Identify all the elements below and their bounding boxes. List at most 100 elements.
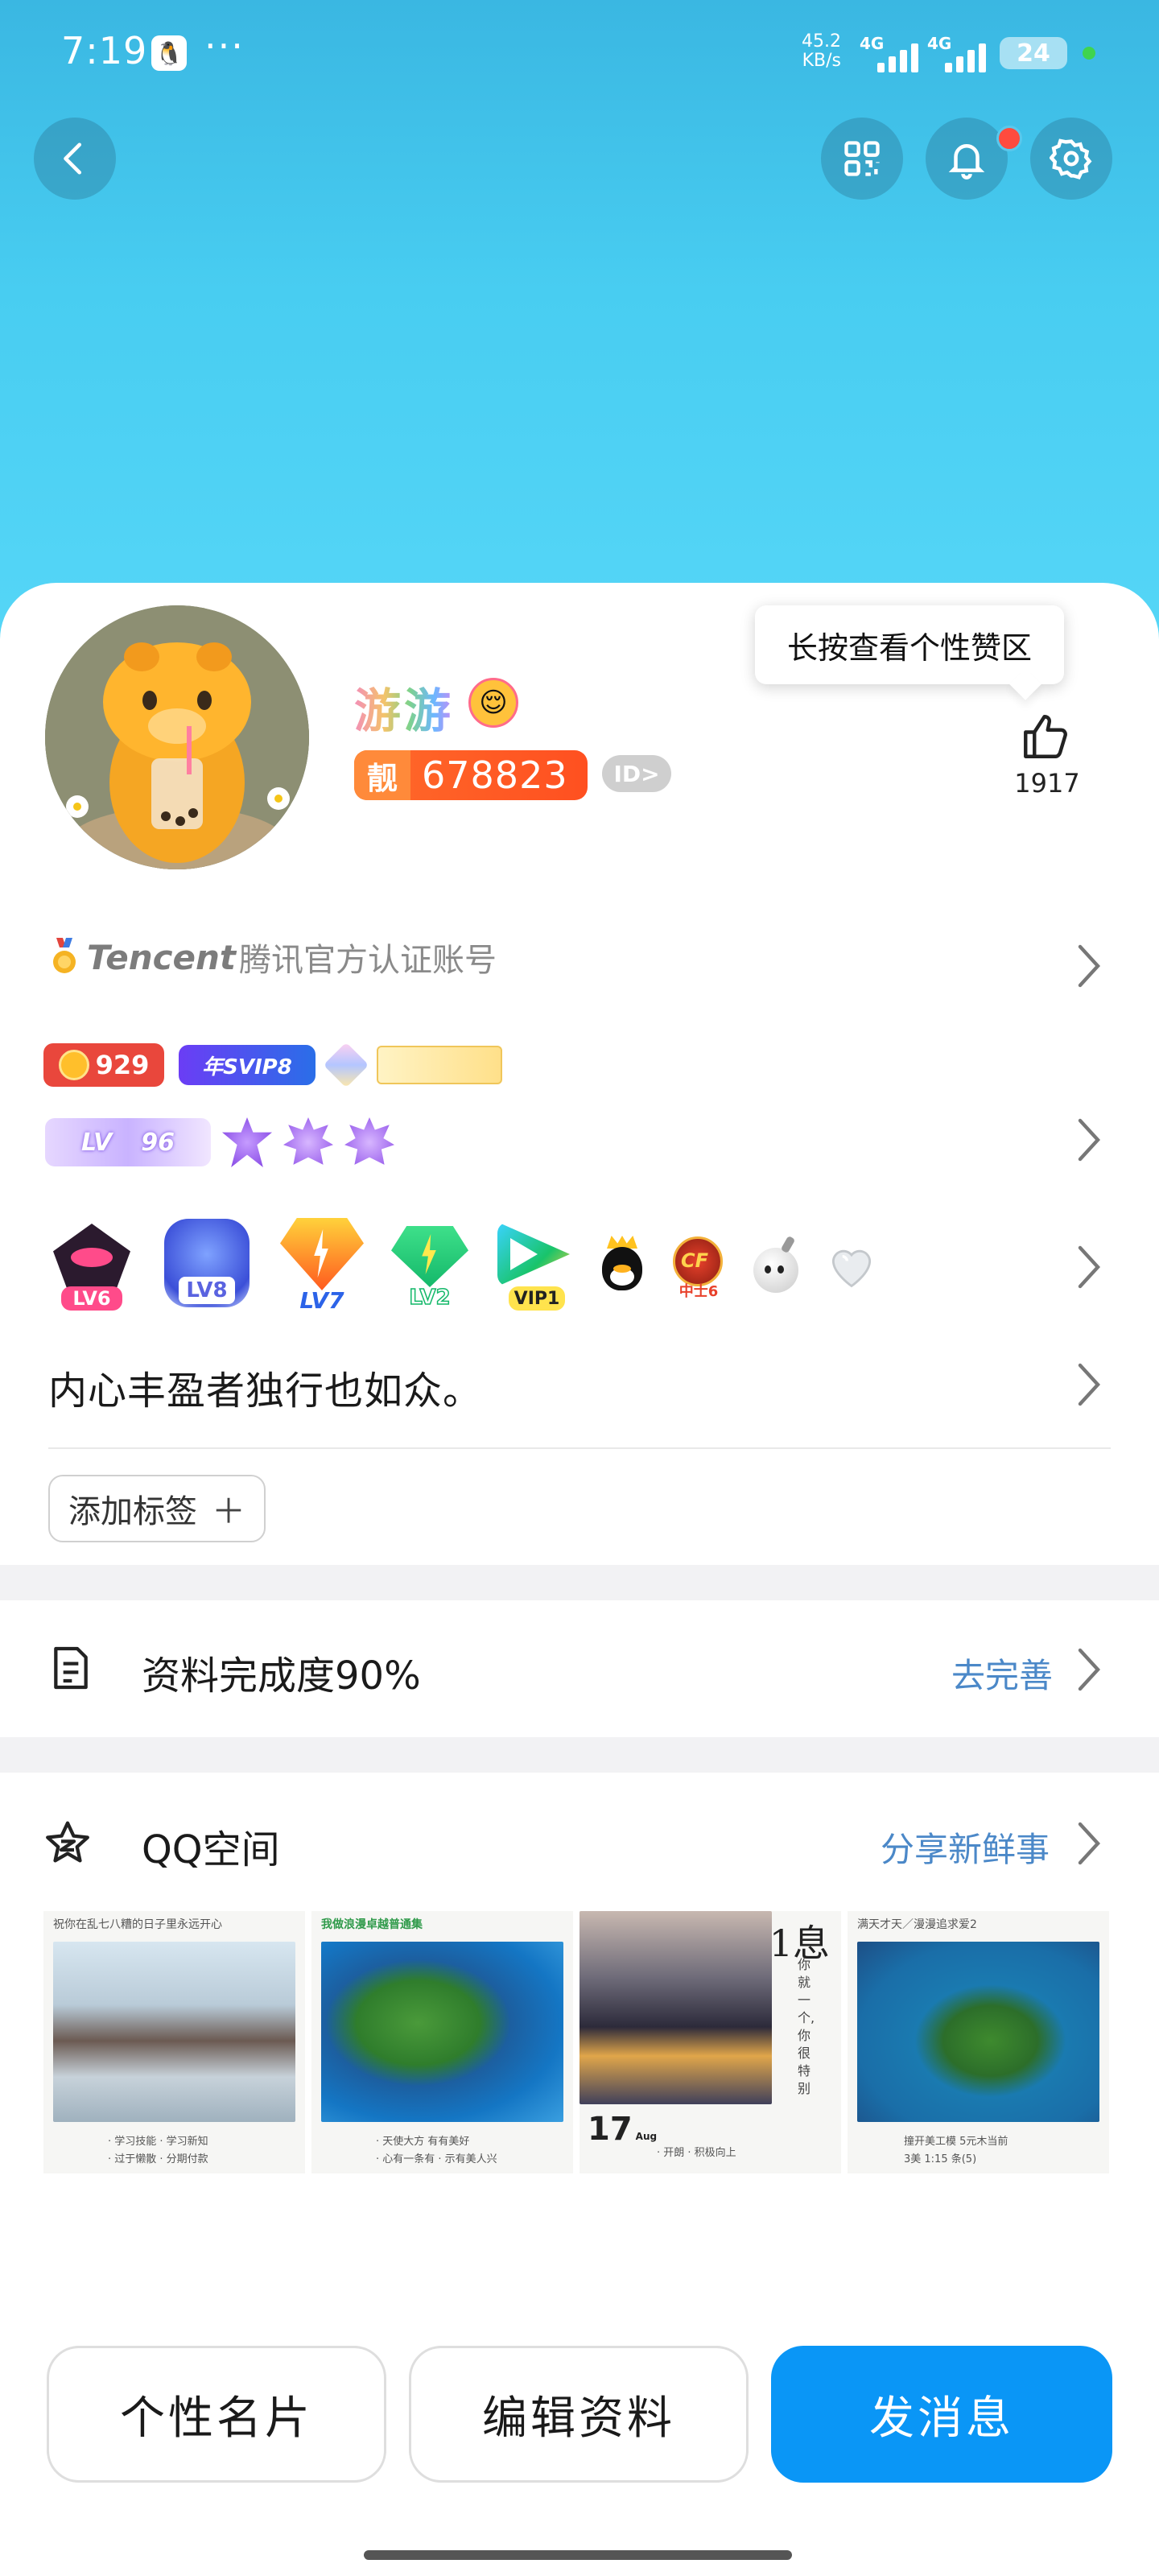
coin-icon (58, 1050, 89, 1080)
qzone-photo-strip[interactable]: 祝你在乱七八糟的日子里永远开心 · 学习技能 · 学习新知 · 过于懒散 · 分… (43, 1911, 1109, 2174)
game-level-label: LV6 (61, 1286, 122, 1311)
game-level-label: LV2 (409, 1285, 452, 1311)
svip-badge: 年SVIP8 (179, 1045, 316, 1085)
add-tag-label: 添加标签 (68, 1493, 197, 1530)
chevron-right-icon (1078, 1822, 1100, 1865)
photo-note: · 天使大方 有有美好 (376, 2136, 470, 2148)
send-message-button[interactable]: 发消息 (771, 2346, 1112, 2483)
certification-brand: Tencent (87, 937, 236, 977)
document-icon (54, 1646, 88, 1690)
photo-image (857, 1942, 1099, 2122)
game-level-badge: LV2 (388, 1221, 472, 1311)
section-gap (0, 1737, 1159, 1773)
photo-caption: 祝你在乱七八糟的日子里永远开心 (53, 1918, 222, 1931)
svip-label: 年SVIP8 (202, 1055, 292, 1080)
photo-note: 3美 1:15 条(5) (904, 2153, 977, 2165)
photo-date: 17 Aug (588, 2111, 657, 2148)
medal-icon (53, 938, 76, 973)
photo-image (580, 1911, 772, 2104)
photo-caption: 我做浪漫卓越普通集 (321, 1918, 423, 1931)
badge-row-2[interactable]: LV 96 (45, 1117, 394, 1167)
chevron-right-icon[interactable] (1077, 943, 1101, 989)
lv-value: 96 (141, 1128, 175, 1157)
bomb-pet-icon (749, 1233, 803, 1298)
qzone-photo[interactable]: 我做浪漫卓越普通集 · 天使大方 有有美好 · 心有一条有 · 示有美人兴 (311, 1911, 573, 2174)
chevron-right-icon[interactable] (1077, 1117, 1101, 1162)
qq-number: 678823 (422, 753, 568, 797)
qzone-photo[interactable]: 1息 你就一个,你很特别 17 Aug · 开朗 · 积极向上 (580, 1911, 841, 2174)
qzone-row[interactable]: QQ空间 分享新鲜事 (0, 1773, 1159, 1893)
qq-notification-icon: 🐧 (151, 35, 187, 71)
settings-button[interactable] (1030, 118, 1112, 200)
photo-image (321, 1942, 563, 2122)
avatar-image (45, 605, 309, 869)
status-time: 7:19 (61, 29, 148, 72)
photo-notes: · 开朗 · 积极向上 (657, 2145, 736, 2162)
lv-level-badge: LV 96 (45, 1118, 211, 1166)
photo-note: · 学习技能 · 学习新知 (108, 2136, 208, 2148)
notifications-button[interactable] (926, 118, 1008, 200)
chevron-right-icon[interactable] (1077, 1362, 1101, 1407)
add-tag-button[interactable]: 添加标签 ＋ (48, 1475, 266, 1542)
profile-completeness-row[interactable]: 资料完成度90% 去完善 (0, 1600, 1159, 1737)
notification-dot (996, 126, 1022, 151)
section-gap (0, 1565, 1159, 1600)
plus-icon: ＋ (211, 1491, 245, 1531)
game-level-badge: LV6 (47, 1219, 137, 1312)
battery-icon: 24 (1000, 37, 1067, 69)
photo-date-month: Aug (635, 2131, 658, 2142)
chevron-right-icon[interactable] (1077, 1245, 1101, 1290)
qzone-photo[interactable]: 祝你在乱七八糟的日子里永远开心 · 学习技能 · 学习新知 · 过于懒散 · 分… (43, 1911, 305, 2174)
game-level-label: LV8 (179, 1277, 235, 1304)
personal-signature[interactable]: 内心丰盈者独行也如众。 (48, 1359, 482, 1415)
network-speed-unit: KB/s (802, 51, 841, 71)
star-level-icon (283, 1117, 333, 1165)
chevron-right-icon (1078, 1648, 1100, 1691)
id-card-button[interactable]: ID> (602, 755, 671, 792)
photo-notes: · 学习技能 · 学习新知 · 过于懒散 · 分期付款 (108, 2133, 208, 2169)
qr-code-button[interactable] (821, 118, 903, 200)
certification-row[interactable]: Tencent 腾讯官方认证账号 (48, 934, 497, 980)
photo-notes: 撞开美工模 5元木当前 3美 1:15 条(5) (904, 2133, 1008, 2169)
crown-level-icon (222, 1117, 272, 1167)
qzone-photo[interactable]: 满天才天／漫漫追求爱2 撞开美工模 5元木当前 3美 1:15 条(5) (848, 1911, 1109, 2174)
badge-row-1[interactable]: 929 年SVIP8 (43, 1042, 502, 1088)
lv-prefix: LV (81, 1128, 113, 1157)
bell-icon (948, 144, 985, 180)
avatar[interactable] (45, 605, 309, 869)
silver-heart-icon (831, 1249, 872, 1288)
edit-profile-button[interactable]: 编辑资料 (409, 2346, 749, 2483)
photo-image (53, 1942, 295, 2122)
share-news-link[interactable]: 分享新鲜事 (881, 1823, 1050, 1872)
qr-code-icon (844, 141, 880, 176)
network-speed: 45.2 KB/s (802, 32, 841, 71)
headphone-emoji-icon: 😌 (468, 678, 518, 728)
likes-count: 1917 (1014, 768, 1080, 799)
photo-date-day: 17 (588, 2111, 633, 2148)
network-speed-value: 45.2 (802, 31, 841, 52)
game-level-label: VIP1 (509, 1286, 565, 1311)
complete-profile-link[interactable]: 去完善 (951, 1649, 1053, 1698)
pretty-number-prefix: 靓 (354, 750, 410, 800)
gold-banner-badge (377, 1046, 502, 1084)
game-badge-row[interactable]: LV6 LV8 LV7 LV2 VIP1 CF 中士6 (47, 1216, 879, 1315)
completeness-title: 资料完成度90% (142, 1653, 421, 1699)
photo-caption: 满天才天／漫漫追求爱2 (857, 1918, 977, 1931)
thumbs-up-icon[interactable] (1019, 710, 1072, 763)
back-button[interactable] (34, 118, 116, 200)
likes-tooltip: 长按查看个性赞区 (755, 605, 1064, 684)
photo-note: · 开朗 · 积极向上 (657, 2147, 736, 2159)
coin-count: 929 (95, 1050, 150, 1080)
photo-vertical-text: 你就一个,你很特别 (798, 1957, 815, 2096)
personal-card-button[interactable]: 个性名片 (47, 2346, 386, 2483)
game-level-badge: LV7 (277, 1218, 367, 1314)
star-level-icon (344, 1117, 394, 1165)
photo-note: 撞开美工模 5元木当前 (904, 2136, 1008, 2148)
certification-text: 腾讯官方认证账号 (238, 942, 497, 979)
home-indicator[interactable] (364, 2550, 792, 2560)
status-bar: 7:19 🐧 ··· 45.2 KB/s 4G 4G 24 (0, 0, 1159, 105)
diamond-badge-icon (323, 1042, 369, 1088)
pretty-number-badge[interactable]: 靓 678823 (354, 750, 588, 800)
nickname: 游游 (354, 673, 454, 741)
photo-notes: · 天使大方 有有美好 · 心有一条有 · 示有美人兴 (376, 2133, 497, 2169)
